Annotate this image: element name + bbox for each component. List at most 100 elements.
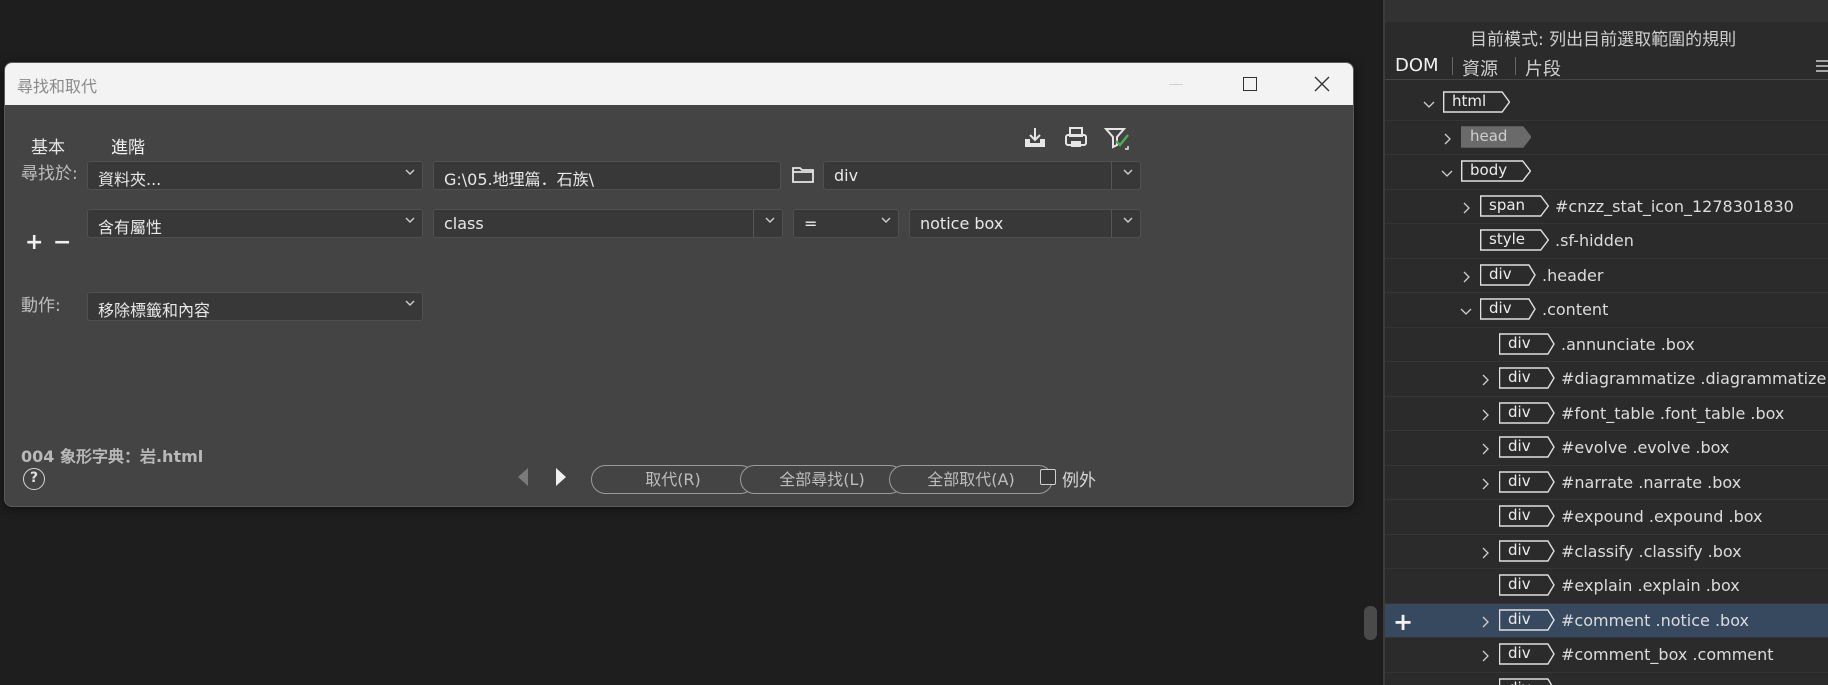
remove-condition-button[interactable]: − [53, 230, 71, 255]
tag-select[interactable]: div [823, 161, 1141, 190]
dom-tree-row[interactable]: div #font_table .font_table .box [1385, 397, 1828, 431]
dom-tag-badge[interactable]: div [1499, 505, 1555, 527]
dom-tag-name: html [1452, 92, 1487, 110]
chevron-right-icon[interactable] [1479, 371, 1491, 386]
attribute-value-select[interactable]: notice box [909, 209, 1141, 238]
help-icon: ? [29, 470, 39, 486]
dom-tag-name: div [1508, 575, 1531, 593]
clear-filter-button[interactable] [1103, 125, 1133, 155]
action-select[interactable]: 移除標籤和內容 [87, 292, 423, 321]
chevron-down-icon[interactable] [1423, 95, 1435, 108]
condition-select[interactable]: 含有屬性 [87, 209, 423, 238]
dom-tree-row[interactable]: body [1385, 155, 1828, 190]
chevron-right-icon[interactable] [1460, 199, 1472, 213]
dom-tree-row[interactable]: div .annunciate .box [1385, 328, 1828, 362]
dom-tag-badge[interactable]: div [1480, 264, 1536, 286]
add-element-icon[interactable]: + [1393, 608, 1413, 636]
dom-selector: #font_table .font_table .box [1561, 403, 1785, 423]
dom-tag-badge[interactable]: div [1499, 678, 1555, 685]
operator-select[interactable]: = [793, 209, 899, 238]
dom-tag-name: div [1508, 506, 1531, 524]
dom-tag-badge[interactable]: style [1480, 229, 1549, 251]
dom-tag-badge[interactable]: body [1461, 160, 1531, 182]
dom-tree-row[interactable]: div .content [1385, 293, 1828, 328]
maximize-button[interactable] [1227, 69, 1273, 99]
dom-tag-badge[interactable]: html [1443, 91, 1510, 113]
chevron-right-icon[interactable] [1479, 475, 1491, 489]
dom-tag-badge[interactable]: div [1499, 643, 1555, 665]
dom-tag-badge[interactable]: head [1461, 126, 1531, 148]
chevron-down-icon [1122, 166, 1133, 176]
dom-tag-name: div [1489, 299, 1512, 317]
dom-tag-badge[interactable]: div [1499, 436, 1555, 458]
dialog-title: 尋找和取代 [17, 77, 98, 96]
previous-result-button[interactable] [515, 465, 531, 489]
dom-tree-row[interactable]: div #comment_box .comment [1385, 638, 1828, 673]
tab-basic[interactable]: 基本 [31, 133, 65, 158]
dom-tag-badge[interactable]: div [1499, 574, 1555, 596]
dom-tag-badge[interactable]: div [1499, 471, 1555, 493]
chevron-right-icon[interactable] [1479, 682, 1491, 685]
panel-menu-button[interactable] [1816, 58, 1828, 72]
dom-tree-row[interactable]: div [1385, 673, 1828, 685]
chevron-right-icon[interactable] [1460, 268, 1472, 282]
dom-tree-row[interactable]: div .header [1385, 259, 1828, 293]
load-query-button[interactable] [1063, 125, 1093, 155]
dom-tree-row[interactable]: div #diagrammatize .diagrammatize .clea [1385, 362, 1828, 397]
browse-folder-button[interactable] [791, 163, 817, 187]
tab-assets[interactable]: 資源 [1462, 55, 1498, 81]
dom-tag-name: style [1489, 230, 1525, 248]
dom-tag-badge[interactable]: div [1499, 402, 1555, 424]
folder-path-input[interactable]: G:\05.地理篇．石族\ [433, 161, 781, 190]
chevron-down-icon[interactable] [1441, 164, 1453, 177]
chevron-right-icon[interactable] [1479, 647, 1491, 662]
dom-panel: 目前模式: 列出目前選取範圍的規則 DOM 資源 片段 html head body… [1383, 0, 1828, 685]
dom-tree-row[interactable]: div #narrate .narrate .box [1385, 466, 1828, 500]
select-divider [753, 210, 754, 237]
dom-selector: .header [1542, 265, 1604, 285]
dom-tag-badge[interactable]: div [1499, 333, 1555, 355]
dom-tag-badge[interactable]: div [1499, 609, 1555, 631]
editor-scrollbar-thumb[interactable] [1364, 606, 1377, 640]
dom-tag-badge[interactable]: div [1499, 367, 1555, 389]
chevron-down-icon[interactable] [1460, 302, 1472, 315]
save-query-button[interactable] [1022, 125, 1052, 155]
tab-snippets[interactable]: 片段 [1525, 55, 1561, 81]
replace-all-button[interactable]: 全部取代(A) [889, 465, 1053, 494]
dom-tree-row[interactable]: style .sf-hidden [1385, 224, 1828, 259]
help-button[interactable]: ? [23, 468, 45, 490]
dom-tree-row[interactable]: span #cnzz_stat_icon_1278301830 [1385, 190, 1828, 224]
triangle-left-icon [518, 468, 528, 486]
dom-tree-row[interactable]: head [1385, 121, 1828, 155]
find-all-button[interactable]: 全部尋找(L) [740, 465, 904, 494]
chevron-right-icon[interactable] [1479, 440, 1491, 455]
tab-separator [1515, 57, 1516, 75]
attribute-name-select[interactable]: class [433, 209, 783, 238]
dom-selector: #classify .classify .box [1561, 541, 1742, 561]
dom-tree-row[interactable]: div #explain .explain .box [1385, 569, 1828, 604]
dom-tag-badge[interactable]: div [1499, 540, 1555, 562]
replace-button[interactable]: 取代(R) [591, 465, 755, 494]
dom-tag-badge[interactable]: div [1480, 298, 1536, 320]
menu-icon [1816, 60, 1828, 72]
dom-tree-row[interactable]: div #evolve .evolve .box [1385, 431, 1828, 466]
next-result-button[interactable] [553, 465, 569, 489]
dom-tree-row[interactable]: html [1385, 86, 1828, 121]
tab-advanced[interactable]: 進階 [111, 133, 145, 164]
search-in-select[interactable]: 資料夾... [87, 161, 423, 190]
dom-tree-row[interactable]: div #classify .classify .box [1385, 535, 1828, 569]
dom-tree-row[interactable]: div #expound .expound .box [1385, 500, 1828, 535]
minimize-button[interactable] [1153, 69, 1199, 99]
dom-tag-badge[interactable]: span [1480, 195, 1549, 217]
exception-checkbox[interactable] [1040, 469, 1056, 485]
add-condition-button[interactable]: + [25, 230, 43, 255]
chevron-right-icon[interactable] [1479, 406, 1491, 420]
chevron-right-icon[interactable] [1441, 130, 1453, 144]
close-button[interactable] [1299, 69, 1345, 99]
chevron-right-icon[interactable] [1479, 544, 1491, 558]
dialog-titlebar[interactable]: 尋找和取代 [5, 63, 1353, 105]
chevron-right-icon[interactable] [1479, 613, 1491, 627]
tab-dom[interactable]: DOM [1395, 55, 1439, 76]
dom-tree-row[interactable]: + div #comment .notice .box [1385, 603, 1828, 638]
chevron-down-icon [764, 214, 775, 224]
